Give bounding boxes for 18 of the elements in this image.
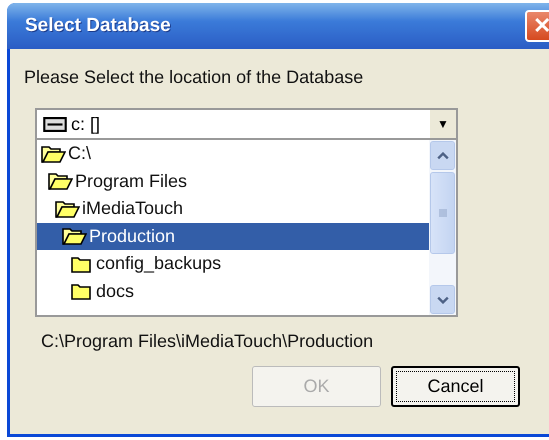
scroll-bar[interactable]: [429, 140, 456, 315]
folder-item[interactable]: C:\: [37, 140, 429, 168]
open-folder-icon: [47, 171, 73, 192]
folder-item[interactable]: docs: [37, 278, 429, 305]
window-title: Select Database: [25, 15, 171, 37]
open-folder-icon: [40, 144, 66, 164]
folder-item[interactable]: Production: [37, 222, 429, 250]
folder-item[interactable]: Program Files: [37, 168, 429, 195]
open-folder-icon: [61, 226, 87, 246]
drive-icon: [43, 116, 67, 132]
selected-path: C:\Program Files\iMediaTouch\Production: [41, 331, 374, 352]
folder-item[interactable]: iMediaTouch: [37, 195, 429, 222]
prompt-text: Please Select the location of the Database: [24, 67, 364, 88]
folder-item[interactable]: config_backups: [37, 250, 429, 278]
drive-dropdown[interactable]: c: [] ▼: [35, 108, 458, 140]
open-folder-icon: [54, 198, 80, 219]
folder-icon: [68, 281, 94, 302]
cancel-button[interactable]: Cancel: [391, 366, 520, 407]
